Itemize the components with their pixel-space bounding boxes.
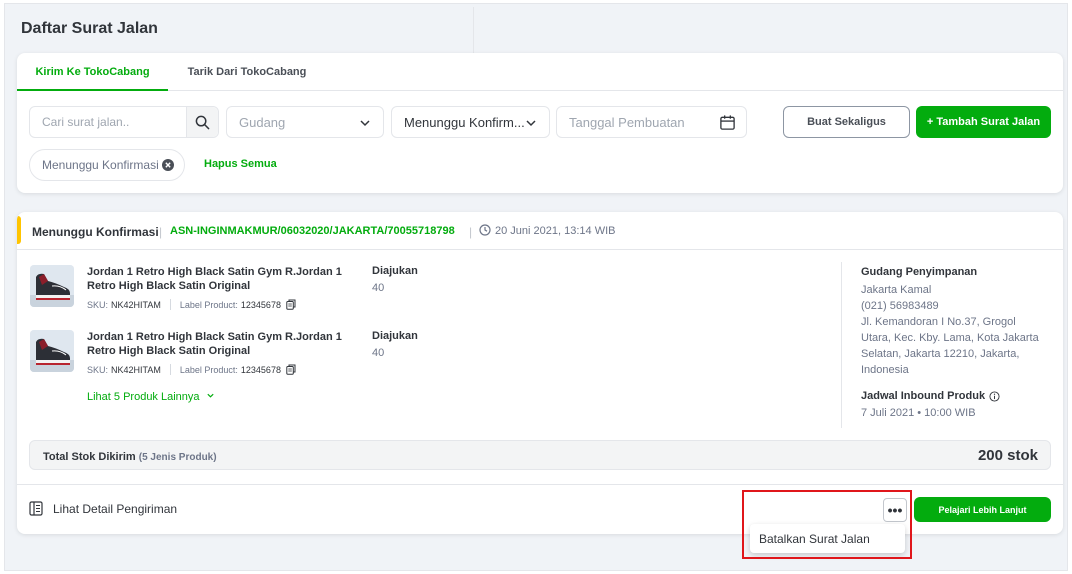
sneaker-image [30,265,74,307]
status-select[interactable]: Menunggu Konfirm... [391,106,550,138]
close-circle-icon[interactable] [162,159,174,171]
tanggal-pembuatan-input[interactable]: Tanggal Pembuatan [556,106,747,138]
product-label-value: 12345678 [240,364,281,375]
gudang-placeholder: Gudang [239,114,286,130]
total-label-text: Total Stok Dikirim [43,451,136,463]
search-placeholder: Cari surat jalan.. [42,115,130,129]
detail-link-label: Lihat Detail Pengiriman [53,501,178,516]
product-label-value: 12345678 [240,299,281,310]
search-button[interactable] [186,107,218,137]
clock-icon [479,224,491,236]
total-stock-value: 200 stok [977,447,1038,464]
sku-value: NK42HITAM [111,364,161,375]
lihat-produk-lainnya-link[interactable]: Lihat 5 Produk Lainnya [87,391,215,403]
product-image [30,330,74,372]
header-separator: | [469,225,473,239]
sku-label: SKU: [87,299,109,310]
tab-tarik-dari-tokocabang[interactable]: Tarik Dari TokoCabang [172,53,322,91]
header-separator: | [159,225,163,239]
hapus-semua-link[interactable]: Hapus Semua [204,158,277,170]
meta-divider [169,299,171,310]
product-image [30,265,74,307]
product-label-label: Label Product: [179,299,238,310]
inbound-schedule-label: Jadwal Inbound Produk [861,390,986,402]
chevron-down-icon [360,120,370,127]
qty-value: 40 [372,347,385,359]
sneaker-image [30,330,74,372]
copy-icon[interactable] [286,364,296,375]
total-label-detail: (5 Jenis Produk) [138,452,217,463]
chevron-down-icon [526,120,536,127]
chevron-down-icon [206,393,214,398]
copy-icon[interactable] [286,299,296,310]
column-divider [841,262,842,428]
warehouse-title: Gudang Penyimpanan [861,266,978,278]
tab-kirim-ke-tokocabang[interactable]: Kirim Ke TokoCabang [17,53,168,91]
more-products-label: Lihat 5 Produk Lainnya [87,391,200,403]
main-content: Daftar Surat Jalan Kirim Ke TokoCabang T… [4,3,1068,571]
footer-divider [17,484,1063,485]
warehouse-phone: (021) 56983489 [861,300,939,312]
product-label-label: Label Product: [179,364,238,375]
tanggal-placeholder: Tanggal Pembuatan [569,114,685,130]
warehouse-address-line: Jl. Kemandoran I No.37, Grogol [861,316,1016,328]
menu-item-batalkan-surat-jalan[interactable]: Batalkan Surat Jalan [759,532,870,546]
filter-chip-label: Menunggu Konfirmasi [42,158,159,172]
qty-value: 40 [372,282,385,294]
warehouse-address-line: Utara, Kec. Kby. Lama, Kota Jakarta [861,332,1039,344]
shipment-card: Menunggu Konfirmasi | ASN-INGINMAKMUR/06… [17,212,1063,534]
info-icon[interactable] [989,390,1000,402]
more-options-button[interactable]: ••• [883,498,907,522]
tambah-surat-jalan-button[interactable]: + Tambah Surat Jalan [916,106,1051,138]
shipment-code[interactable]: ASN-INGINMAKMUR/06032020/JAKARTA/7005571… [170,225,455,237]
pelajari-lebih-lanjut-button[interactable]: Pelajari Lebih Lanjut [914,497,1051,522]
more-options-menu: Batalkan Surat Jalan [750,524,905,553]
shipment-status: Menunggu Konfirmasi [32,225,159,239]
shipment-date: 20 Juni 2021, 13:14 WIB [495,225,616,237]
document-icon [29,501,43,516]
product-name: Jordan 1 Retro High Black Satin Gym R.Jo… [87,266,342,292]
total-stock-label: Total Stok Dikirim (5 Jenis Produk) [43,451,217,463]
filter-card: Kirim Ke TokoCabang Tarik Dari TokoCaban… [17,53,1063,193]
product-meta: SKU: NK42HITAM Label Product: 12345678 [87,299,296,310]
buat-sekaligus-button[interactable]: Buat Sekaligus [783,106,910,138]
product-name: Jordan 1 Retro High Black Satin Gym R.Jo… [87,331,342,357]
sku-value: NK42HITAM [111,299,161,310]
inbound-schedule-title: Jadwal Inbound Produk [861,390,1000,402]
calendar-icon [720,115,735,130]
product-meta: SKU: NK42HITAM Label Product: 12345678 [87,364,296,375]
tab-bar: Kirim Ke TokoCabang Tarik Dari TokoCaban… [17,53,1063,91]
inbound-schedule-value: 7 Juli 2021 • 10:00 WIB [861,407,976,419]
header-divider [473,7,474,55]
total-stock-bar: Total Stok Dikirim (5 Jenis Produk) 200 … [29,440,1051,470]
meta-divider [169,364,171,375]
search-input[interactable]: Cari surat jalan.. [29,106,219,138]
filter-chip-status: Menunggu Konfirmasi [29,149,185,181]
page-title: Daftar Surat Jalan [21,20,158,37]
gudang-select[interactable]: Gudang [226,106,384,138]
status-indicator [17,216,21,244]
lihat-detail-pengiriman-link[interactable]: Lihat Detail Pengiriman [29,501,177,516]
shipment-header: Menunggu Konfirmasi | ASN-INGINMAKMUR/06… [17,212,1063,250]
qty-label: Diajukan [372,265,418,277]
qty-label: Diajukan [372,330,418,342]
warehouse-address-line: Selatan, Jakarta 12210, Jakarta, [861,348,1020,360]
search-icon [195,115,210,129]
warehouse-name: Jakarta Kamal [861,284,932,296]
warehouse-address-line: Indonesia [861,364,909,376]
sku-label: SKU: [87,364,109,375]
status-select-value: Menunggu Konfirm... [404,114,525,130]
